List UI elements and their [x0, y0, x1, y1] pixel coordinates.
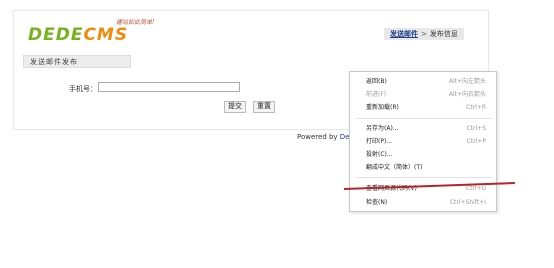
logo-cms-text: CMS [83, 25, 129, 45]
phone-input[interactable] [98, 82, 240, 92]
menu-item-inspect[interactable]: 检查(N) Ctrl+Shift+I [350, 197, 496, 208]
breadcrumb: 发送邮件 > 发布信息 [384, 28, 464, 40]
phone-label: 手机号： [69, 85, 97, 93]
menu-item-label: 检查(N) [366, 199, 388, 206]
menu-item-shortcut: Alt+向左箭头 [448, 78, 486, 85]
logo-wordmark: DEDECMS [28, 25, 128, 45]
powered-by-text: Powered by [297, 133, 340, 141]
dedecms-logo[interactable]: 建站如此简单! DEDECMS [28, 19, 163, 50]
menu-item-label: 翻成中文（简体）(T) [366, 164, 423, 171]
menu-item-shortcut: Ctrl+R [466, 104, 486, 111]
breadcrumb-link-send-mail[interactable]: 发送邮件 [390, 30, 418, 38]
menu-separator [356, 177, 492, 178]
breadcrumb-current: 发布信息 [429, 30, 458, 38]
menu-item-label: 前进(F) [366, 91, 387, 98]
menu-item-label: 打印(P)... [366, 138, 393, 145]
reset-button[interactable]: 重置 [253, 101, 275, 113]
menu-item-shortcut: Alt+向右箭头 [448, 91, 486, 98]
menu-item-shortcut: Ctrl+P [466, 138, 486, 145]
menu-item-translate[interactable]: 翻成中文（简体）(T) [350, 162, 496, 173]
menu-item-back[interactable]: 返回(B) Alt+向左箭头 [350, 76, 496, 87]
powered-by: Powered by Dec [297, 133, 353, 141]
menu-item-reload[interactable]: 重新加载(R) Ctrl+R [350, 102, 496, 113]
menu-item-label: 返回(B) [366, 78, 387, 85]
menu-item-shortcut: Ctrl+Shift+I [449, 199, 486, 206]
menu-item-label: 重新加载(R) [366, 104, 399, 111]
menu-item-cast[interactable]: 投射(C)... [350, 149, 496, 160]
section-tab: 发送邮件发布 [23, 55, 131, 68]
menu-item-shortcut: Ctrl+S [466, 125, 486, 132]
menu-item-forward[interactable]: 前进(F) Alt+向右箭头 [350, 89, 496, 100]
menu-item-save-as[interactable]: 另存为(A)... Ctrl+S [350, 123, 496, 134]
menu-item-print[interactable]: 打印(P)... Ctrl+P [350, 136, 496, 147]
context-menu: 返回(B) Alt+向左箭头 前进(F) Alt+向右箭头 重新加载(R) Ct… [349, 71, 497, 212]
breadcrumb-separator: > [421, 30, 427, 38]
menu-item-label: 投射(C)... [366, 151, 393, 158]
menu-item-label: 另存为(A)... [366, 125, 399, 132]
menu-separator [356, 118, 492, 119]
submit-button[interactable]: 提交 [224, 101, 246, 113]
logo-dede-text: DEDE [28, 25, 84, 45]
